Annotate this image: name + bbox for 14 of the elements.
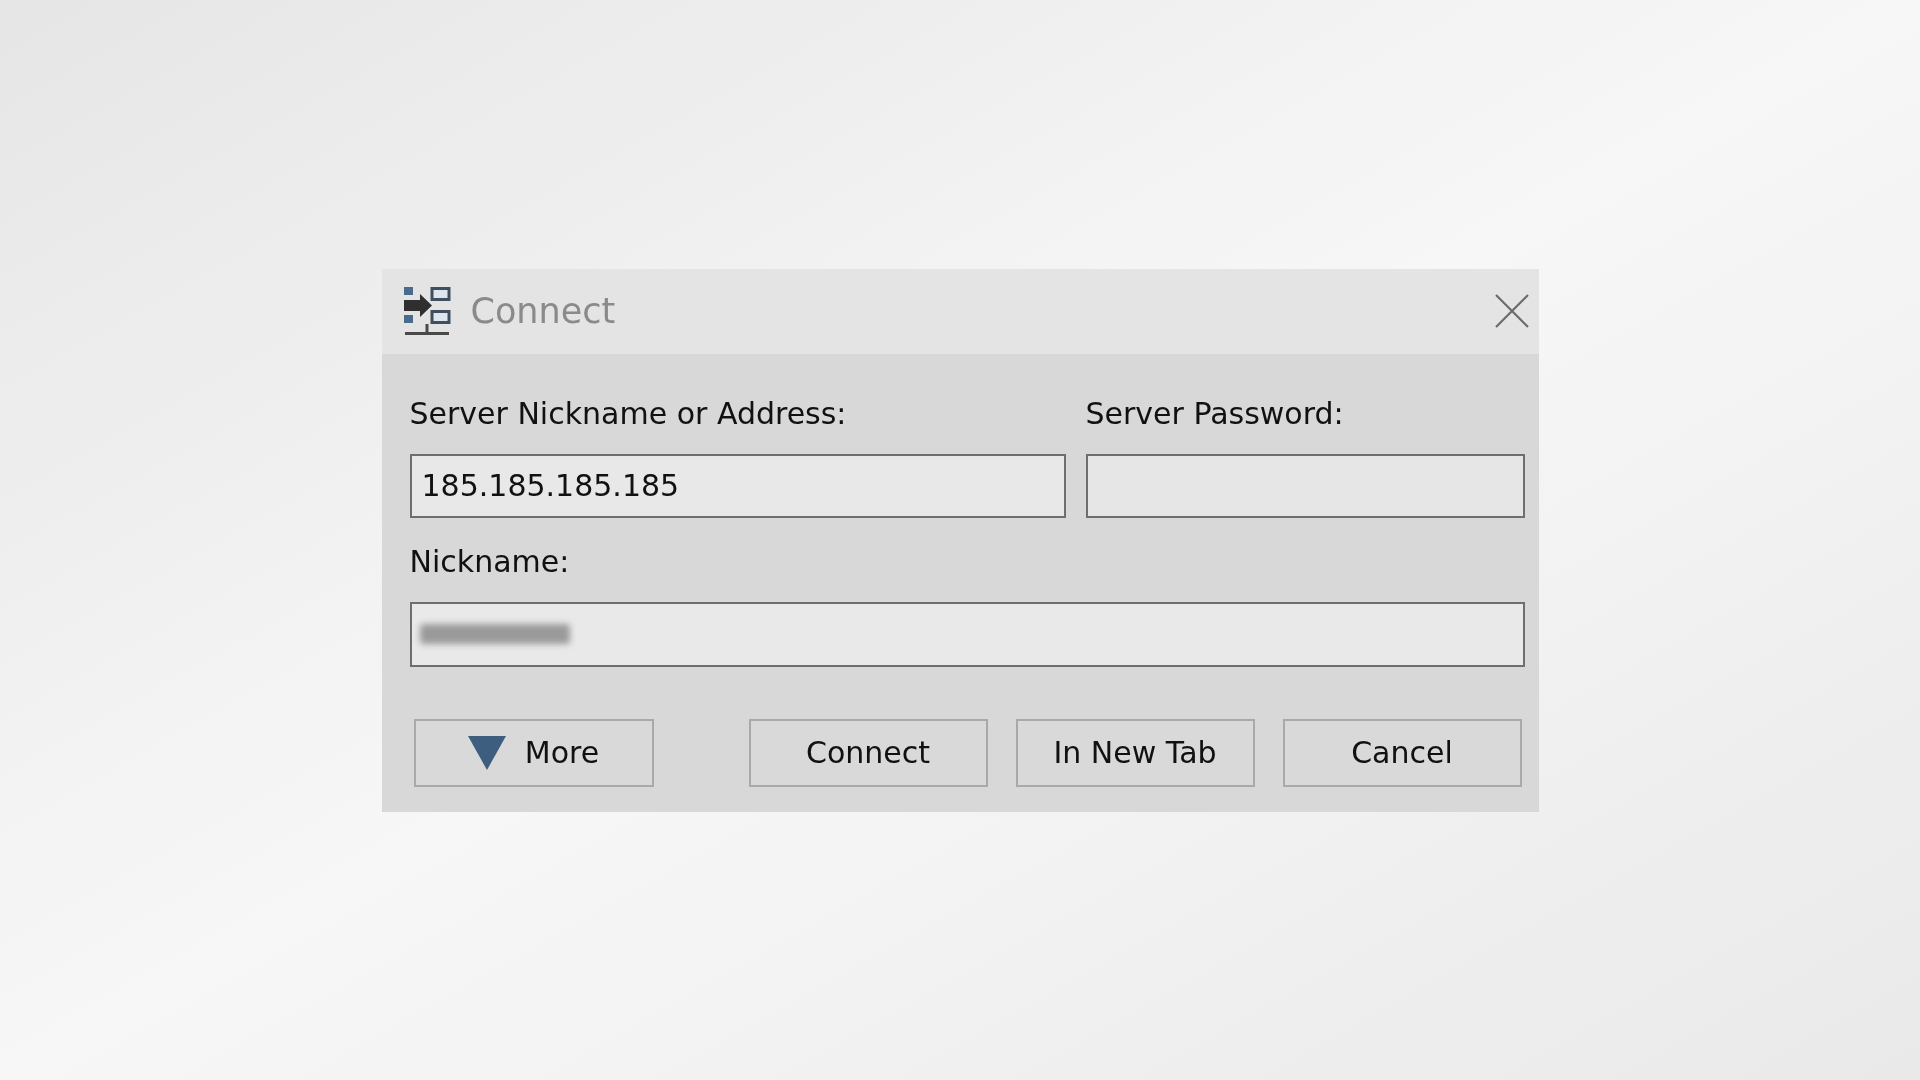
field-label: Server Password: bbox=[1085, 395, 1345, 432]
field-label: Server Nickname or Address: bbox=[409, 395, 848, 432]
dialog-button[interactable]: Connect bbox=[748, 718, 988, 787]
dialog-button[interactable]: In New Tab bbox=[1015, 718, 1255, 787]
network-connect-icon bbox=[402, 286, 451, 336]
triangle-down-icon bbox=[467, 735, 506, 770]
nickname-field[interactable] bbox=[409, 601, 1525, 667]
field-label: Nickname: bbox=[409, 543, 571, 580]
address-field[interactable]: 185.185.185.185 bbox=[409, 453, 1066, 518]
dialog-button[interactable]: Cancel bbox=[1282, 718, 1522, 787]
password-field[interactable] bbox=[1085, 453, 1525, 518]
window-title: Connect bbox=[470, 289, 616, 333]
close-icon[interactable] bbox=[1494, 294, 1529, 328]
more-button[interactable]: More bbox=[413, 718, 654, 787]
